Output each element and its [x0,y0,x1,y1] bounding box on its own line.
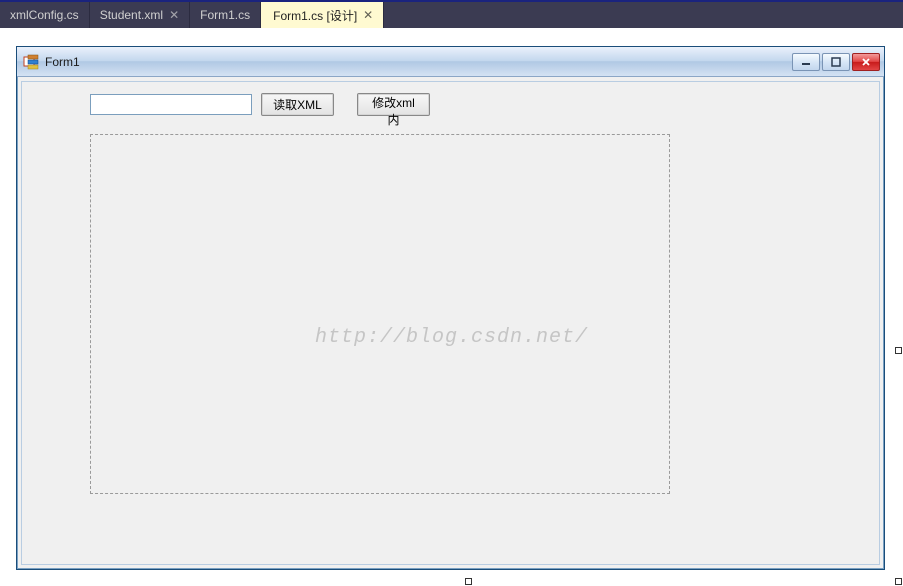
close-button[interactable] [852,53,880,71]
tab-studentxml[interactable]: Student.xml ✕ [90,2,190,28]
app-icon [23,54,39,70]
winform-preview[interactable]: Form1 读取XML 修改xml内 [16,46,885,570]
winform-title: Form1 [45,55,792,69]
winform-body[interactable]: 读取XML 修改xml内 [21,81,880,565]
editor-tab-bar: xmlConfig.cs Student.xml ✕ Form1.cs Form… [0,2,903,28]
ide-frame: xmlConfig.cs Student.xml ✕ Form1.cs Form… [0,0,903,586]
tab-label: Student.xml [100,8,163,22]
winform-titlebar[interactable]: Form1 [17,47,884,77]
tab-label: xmlConfig.cs [10,8,79,22]
read-xml-button[interactable]: 读取XML [261,93,334,116]
modify-xml-button[interactable]: 修改xml内 [357,93,430,116]
close-icon[interactable]: ✕ [363,9,373,21]
maximize-button[interactable] [822,53,850,71]
tab-xmlconfig[interactable]: xmlConfig.cs [0,2,90,28]
tab-form1cs[interactable]: Form1.cs [190,2,261,28]
resize-handle-south[interactable] [465,578,472,585]
tab-form1-design[interactable]: Form1.cs [设计] ✕ [261,2,384,28]
panel-placeholder[interactable] [90,134,670,494]
textbox-input[interactable] [90,94,252,115]
close-icon[interactable]: ✕ [169,9,179,21]
tab-label: Form1.cs [设计] [273,7,357,24]
resize-handle-southeast[interactable] [895,578,902,585]
window-control-group [792,53,880,71]
designer-canvas[interactable]: Form1 读取XML 修改xml内 [0,28,903,586]
tab-label: Form1.cs [200,8,250,22]
resize-handle-east[interactable] [895,347,902,354]
minimize-button[interactable] [792,53,820,71]
